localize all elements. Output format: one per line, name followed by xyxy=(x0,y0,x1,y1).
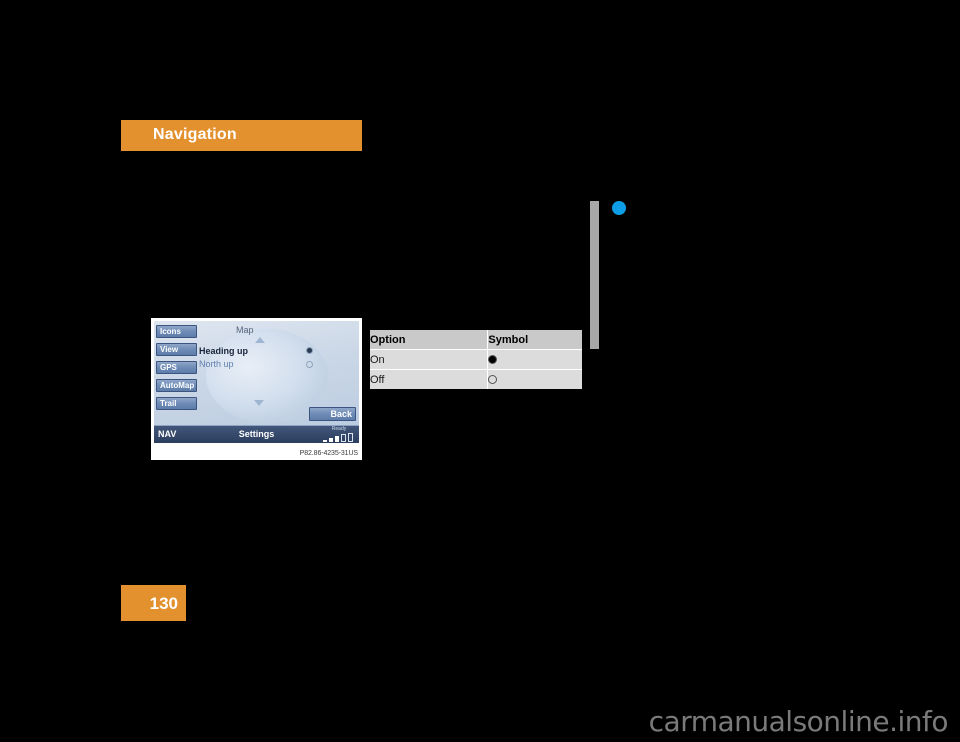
signal-strength-icon xyxy=(323,433,355,442)
radio-empty-icon[interactable] xyxy=(306,361,313,368)
radio-filled-icon[interactable] xyxy=(306,347,313,354)
site-watermark: carmanualsonline.info xyxy=(648,705,949,738)
table-cell-symbol-on xyxy=(487,349,582,370)
nav-back-button[interactable]: Back xyxy=(309,407,356,421)
triangle-down-icon[interactable] xyxy=(254,400,264,406)
table-cell-option-off: Off xyxy=(370,369,489,389)
table-header-row: Option Symbol xyxy=(370,330,582,350)
table-row: On xyxy=(370,349,582,370)
nav-side-button-view[interactable]: View xyxy=(156,343,197,356)
chapter-title: Navigation xyxy=(153,126,237,143)
nav-side-button-icons[interactable]: Icons xyxy=(156,325,197,338)
table-cell-option-on: On xyxy=(370,349,489,370)
page-number-block: 130 xyxy=(121,585,186,621)
nav-status-signal-label: Ready xyxy=(331,426,347,432)
table-row: Off xyxy=(370,369,582,389)
nav-status-bar: NAV Settings Ready xyxy=(154,425,359,443)
triangle-up-icon[interactable] xyxy=(255,337,265,343)
margin-index-bar xyxy=(590,201,599,349)
nav-screen-title: Map xyxy=(236,325,254,335)
margin-index-dot-icon xyxy=(612,201,626,215)
table-cell-symbol-off xyxy=(487,369,582,389)
table-header-option: Option xyxy=(370,330,489,350)
chapter-banner: Navigation xyxy=(121,120,362,151)
option-symbol-table: Option Symbol On Off xyxy=(370,330,582,389)
figure-caption: P82.86-4235-31US xyxy=(299,450,358,457)
nav-option-heading-up[interactable]: Heading up xyxy=(199,346,248,356)
nav-side-button-gps[interactable]: GPS xyxy=(156,361,197,374)
nav-side-button-trail[interactable]: Trail xyxy=(156,397,197,410)
nav-option-north-up[interactable]: North up xyxy=(199,359,234,369)
navigation-screen: Icons View GPS AutoMap Trail Map Heading… xyxy=(154,321,359,443)
nav-side-button-automap[interactable]: AutoMap xyxy=(156,379,197,392)
radio-filled-icon xyxy=(488,355,498,365)
page-number: 130 xyxy=(149,594,178,613)
radio-empty-icon xyxy=(488,375,498,385)
table-header-symbol: Symbol xyxy=(487,330,582,350)
navigation-display-figure: Icons View GPS AutoMap Trail Map Heading… xyxy=(151,318,362,460)
